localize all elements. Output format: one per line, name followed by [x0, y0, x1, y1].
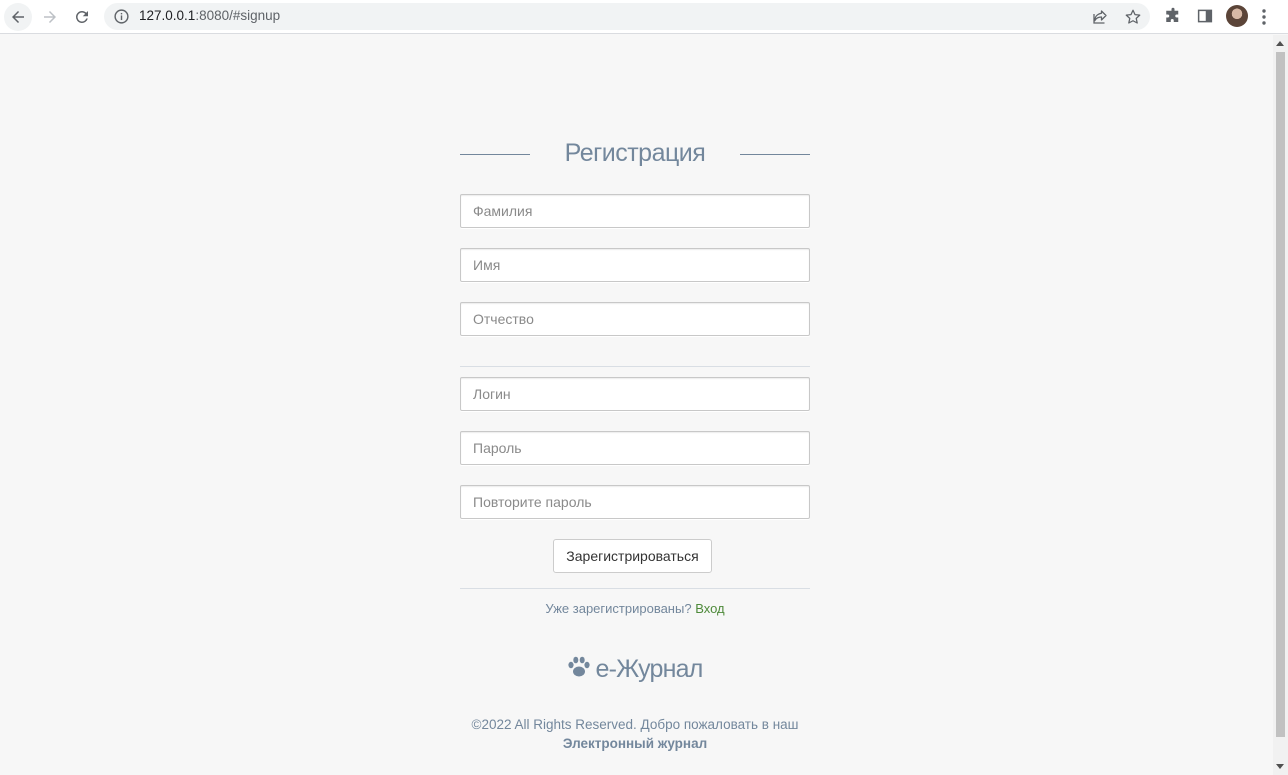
side-panel-icon[interactable] — [1196, 7, 1214, 25]
form-title-row: Регистрация — [460, 139, 810, 171]
more-menu-icon[interactable] — [1261, 8, 1267, 26]
forward-button[interactable] — [36, 3, 64, 31]
last-name-input[interactable] — [460, 194, 810, 228]
login-input[interactable] — [460, 377, 810, 411]
url-text[interactable]: 127.0.0.1:8080/#signup — [139, 8, 280, 23]
register-button[interactable]: Зарегистрироваться — [553, 539, 712, 573]
footer-app-name: Электронный журнал — [562, 736, 708, 751]
paw-icon — [568, 656, 591, 677]
login-link[interactable]: Вход — [695, 601, 724, 616]
profile-avatar[interactable] — [1226, 5, 1248, 27]
scroll-up-arrow-icon[interactable] — [1276, 41, 1284, 46]
brand-name: e-Журнал — [595, 655, 703, 683]
title-divider-right — [740, 154, 810, 155]
url-host: 127.0.0.1 — [139, 8, 196, 23]
already-registered-text: Уже зарегистрированы? Вход — [460, 601, 810, 616]
arrow-right-icon — [44, 11, 56, 23]
arrow-left-icon — [12, 11, 24, 23]
url-path: :8080/#signup — [195, 8, 281, 23]
info-icon[interactable] — [113, 8, 130, 25]
share-icon[interactable] — [1091, 8, 1109, 26]
reload-icon — [75, 10, 88, 23]
scroll-down-arrow-icon[interactable] — [1276, 764, 1284, 769]
extensions-puzzle-icon[interactable] — [1164, 7, 1182, 25]
scroll-thumb[interactable] — [1276, 52, 1285, 737]
section-divider — [460, 366, 810, 367]
footer: ©2022 All Rights Reserved. Добро пожалов… — [460, 715, 810, 753]
back-button[interactable] — [4, 3, 32, 31]
bookmark-star-icon[interactable] — [1124, 8, 1142, 26]
password-repeat-input[interactable] — [460, 485, 810, 519]
footer-copyright: ©2022 All Rights Reserved. Добро пожалов… — [471, 717, 799, 732]
already-registered-label: Уже зарегистрированы? — [545, 601, 692, 616]
patronymic-input[interactable] — [460, 302, 810, 336]
password-input[interactable] — [460, 431, 810, 465]
first-name-input[interactable] — [460, 248, 810, 282]
reload-button[interactable] — [68, 3, 96, 31]
page-scrollbar[interactable] — [1273, 35, 1288, 775]
brand-logo: e-Журнал — [460, 655, 810, 684]
address-bar[interactable]: 127.0.0.1:8080/#signup — [104, 3, 1150, 30]
browser-toolbar: 127.0.0.1:8080/#signup — [0, 0, 1288, 34]
footer-divider — [460, 588, 810, 589]
